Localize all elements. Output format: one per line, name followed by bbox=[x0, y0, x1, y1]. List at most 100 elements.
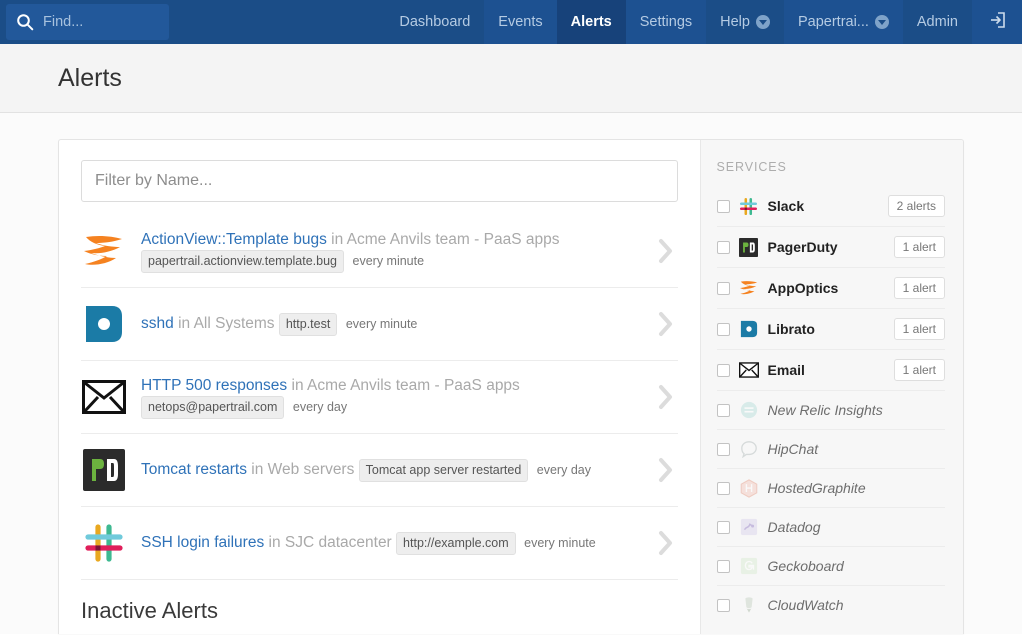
alert-title-line: HTTP 500 responses in Acme Anvils team -… bbox=[141, 377, 520, 394]
chevron-right-icon[interactable] bbox=[654, 238, 678, 264]
alert-meta-line: http://example.com every minute bbox=[396, 531, 596, 555]
service-checkbox[interactable] bbox=[716, 240, 730, 254]
service-label: Librato bbox=[767, 321, 815, 337]
table-row[interactable]: SSH login failures in SJC datacenter htt… bbox=[81, 507, 678, 580]
service-label: HostedGraphite bbox=[767, 480, 866, 496]
filter-by-name-input[interactable] bbox=[81, 160, 678, 202]
service-label: HipChat bbox=[767, 441, 819, 457]
hostedgraphite-icon bbox=[739, 478, 759, 498]
alert-name-link[interactable]: HTTP 500 responses bbox=[141, 377, 287, 394]
service-checkbox[interactable] bbox=[716, 199, 730, 213]
service-checkbox[interactable] bbox=[716, 363, 730, 377]
hipchat-icon bbox=[739, 439, 759, 459]
service-checkbox[interactable] bbox=[716, 559, 730, 573]
alert-frequency: every minute bbox=[352, 253, 425, 268]
alert-frequency: every minute bbox=[524, 535, 596, 550]
nav-item-label: Alerts bbox=[570, 14, 612, 30]
nav-item-admin[interactable]: Admin bbox=[902, 0, 972, 44]
service-filter-datadog[interactable]: Datadog bbox=[716, 508, 945, 547]
service-checkbox[interactable] bbox=[716, 442, 730, 456]
alert-frequency: every day bbox=[292, 399, 348, 414]
nav-item-alerts[interactable]: Alerts bbox=[556, 0, 626, 44]
nav-item-label: Papertrai... bbox=[797, 14, 869, 30]
alert-meta-line: http.test every minute bbox=[278, 312, 417, 336]
service-filter-pagerduty[interactable]: PagerDuty 1 alert bbox=[716, 227, 945, 268]
service-filter-cloudwatch[interactable]: CloudWatch bbox=[716, 586, 945, 624]
service-filter-new-relic-insights[interactable]: New Relic Insights bbox=[716, 391, 945, 430]
nav-item-help[interactable]: Help bbox=[706, 0, 784, 44]
pagerduty-icon bbox=[81, 447, 127, 493]
chevron-right-icon[interactable] bbox=[654, 311, 678, 337]
service-checkbox[interactable] bbox=[716, 322, 730, 336]
status-badge: 1 alert bbox=[893, 277, 945, 299]
datadog-icon bbox=[739, 517, 759, 537]
service-filter-email[interactable]: Email 1 alert bbox=[716, 350, 945, 391]
chevron-right-icon[interactable] bbox=[654, 457, 678, 483]
service-filter-librato[interactable]: Librato 1 alert bbox=[716, 309, 945, 350]
alert-meta-line: papertrail.actionview.template.bug every… bbox=[141, 249, 425, 273]
alert-tag: Tomcat app server restarted bbox=[358, 458, 529, 482]
nav-item-events[interactable]: Events bbox=[484, 0, 557, 44]
service-filter-geckoboard[interactable]: Geckoboard bbox=[716, 547, 945, 586]
nav-item-settings[interactable]: Settings bbox=[625, 0, 707, 44]
alert-name-link[interactable]: Tomcat restarts bbox=[141, 461, 247, 478]
table-row[interactable]: ActionView::Template bugs in Acme Anvils… bbox=[81, 215, 678, 288]
service-checkbox[interactable] bbox=[716, 481, 730, 495]
chevron-down-icon bbox=[874, 15, 889, 29]
service-filter-hipchat[interactable]: HipChat bbox=[716, 430, 945, 469]
service-label: Slack bbox=[767, 198, 805, 214]
cloudwatch-icon bbox=[739, 595, 759, 615]
alert-name-link[interactable]: sshd bbox=[141, 315, 174, 332]
newrelic-icon bbox=[739, 400, 759, 420]
inactive-alerts-heading: Inactive Alerts bbox=[81, 598, 678, 634]
chevron-right-icon[interactable] bbox=[654, 530, 678, 556]
appoptics-icon bbox=[739, 278, 759, 298]
table-row[interactable]: sshd in All Systems http.test every minu… bbox=[81, 288, 678, 361]
service-label: Datadog bbox=[767, 519, 821, 535]
email-icon bbox=[738, 360, 759, 380]
page-title: Alerts bbox=[58, 63, 122, 92]
alert-title-line: sshd in All Systems bbox=[141, 315, 279, 332]
nav-item-dashboard[interactable]: Dashboard bbox=[385, 0, 485, 44]
status-badge: 2 alerts bbox=[887, 195, 945, 217]
alert-scope: in Acme Anvils team - PaaS apps bbox=[331, 230, 560, 248]
alert-name-link[interactable]: ActionView::Template bugs bbox=[141, 231, 327, 248]
logout-button[interactable] bbox=[972, 0, 1022, 44]
alert-text: ActionView::Template bugs in Acme Anvils… bbox=[141, 230, 640, 273]
service-label: New Relic Insights bbox=[767, 402, 883, 418]
service-filter-slack[interactable]: Slack 2 alerts bbox=[716, 186, 945, 227]
service-filter-hostedgraphite[interactable]: HostedGraphite bbox=[716, 469, 945, 508]
global-search[interactable] bbox=[6, 4, 169, 40]
nav-item-label: Settings bbox=[639, 14, 693, 30]
status-badge: 1 alert bbox=[893, 318, 945, 340]
table-row[interactable]: Tomcat restarts in Web servers Tomcat ap… bbox=[81, 434, 678, 507]
nav-items: Dashboard Events Alerts Settings Help Pa… bbox=[385, 0, 1022, 44]
service-label: PagerDuty bbox=[767, 239, 838, 255]
page-body: ActionView::Template bugs in Acme Anvils… bbox=[0, 113, 1022, 634]
alert-tag: http://example.com bbox=[396, 531, 516, 555]
service-checkbox[interactable] bbox=[716, 281, 730, 295]
page-header: Alerts bbox=[0, 44, 1022, 113]
alert-meta-line: Tomcat app server restarted every day bbox=[358, 458, 591, 482]
alert-frequency: every day bbox=[536, 462, 591, 477]
alert-name-link[interactable]: SSH login failures bbox=[141, 534, 264, 551]
alerts-list-column: ActionView::Template bugs in Acme Anvils… bbox=[59, 140, 700, 634]
status-badge: 1 alert bbox=[893, 236, 945, 258]
top-navigation-bar: Dashboard Events Alerts Settings Help Pa… bbox=[0, 0, 1022, 44]
geckoboard-icon bbox=[739, 556, 759, 576]
service-filter-appoptics[interactable]: AppOptics 1 alert bbox=[716, 268, 945, 309]
table-row[interactable]: HTTP 500 responses in Acme Anvils team -… bbox=[81, 361, 678, 434]
nav-item-label: Help bbox=[720, 14, 750, 30]
service-checkbox[interactable] bbox=[716, 598, 730, 612]
search-input[interactable] bbox=[43, 14, 159, 30]
service-checkbox[interactable] bbox=[716, 520, 730, 534]
chevron-right-icon[interactable] bbox=[654, 384, 678, 410]
service-checkbox[interactable] bbox=[716, 403, 730, 417]
email-icon bbox=[81, 374, 127, 420]
pagerduty-icon bbox=[739, 237, 759, 257]
nav-item-papertrail-account[interactable]: Papertrai... bbox=[783, 0, 903, 44]
nav-item-label: Admin bbox=[916, 14, 958, 30]
service-label: AppOptics bbox=[767, 280, 839, 296]
nav-item-label: Dashboard bbox=[399, 14, 471, 30]
